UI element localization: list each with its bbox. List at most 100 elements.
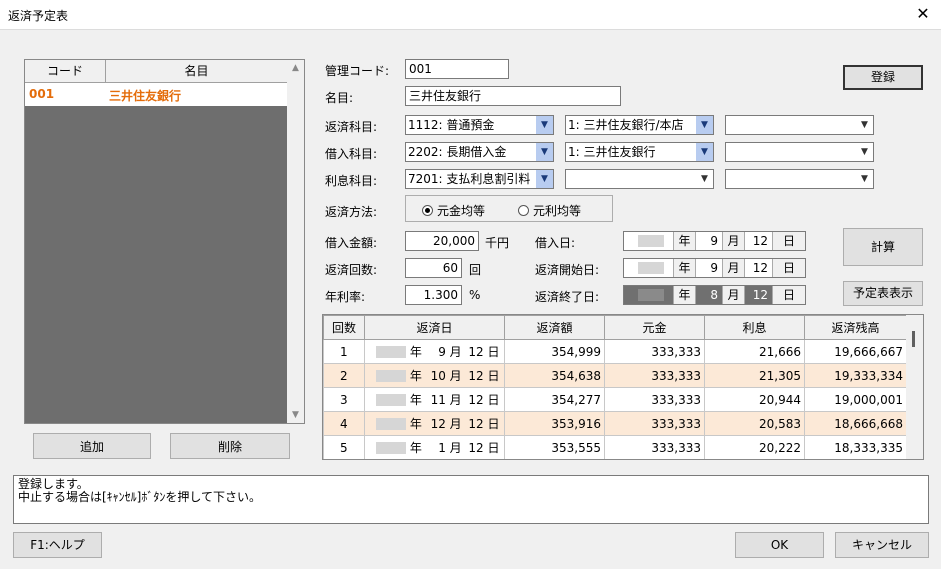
list-item[interactable]: 001 三井住友銀行 — [25, 83, 287, 106]
date-year-field[interactable] — [624, 259, 674, 277]
radio-selected-icon — [422, 205, 433, 216]
date-day-field: 12 — [745, 286, 773, 304]
rate-label: 年利率: — [325, 290, 366, 304]
triangle-up-icon[interactable]: ▲ — [287, 60, 304, 76]
name-label: 名目: — [325, 91, 354, 105]
repay-account-label: 返済科目: — [325, 120, 378, 134]
table-row[interactable]: 2 年 10 月 12 日 354,638 333,333 21,305 19,33… — [323, 363, 907, 388]
date-year-field — [624, 286, 674, 304]
help-button[interactable]: F1:ヘルプ — [13, 532, 102, 558]
repay-dept-select[interactable]: ▼ — [725, 115, 874, 135]
title-bar: 返済予定表 ✕ — [0, 0, 941, 30]
rate-input[interactable]: 1.300 — [405, 285, 462, 305]
borrow-date-label: 借入日: — [535, 236, 576, 250]
borrow-account-label: 借入科目: — [325, 147, 378, 161]
triangle-down-icon[interactable]: ▼ — [287, 407, 304, 423]
list-panel: コード 名目 001 三井住友銀行 ▲ ▼ — [24, 59, 305, 424]
date-day-field[interactable]: 12 — [745, 232, 773, 250]
blurred-year — [376, 370, 406, 382]
repay-sub-account-select[interactable]: 1: 三井住友銀行/本店 ▼ — [565, 115, 714, 135]
interest-sub-account-select[interactable]: ▼ — [565, 169, 714, 189]
chevron-down-icon[interactable]: ▼ — [856, 143, 873, 161]
cancel-button[interactable]: キャンセル — [835, 532, 929, 558]
blurred-year — [376, 394, 406, 406]
amount-unit: 千円 — [485, 236, 510, 250]
method-equal-payment-radio[interactable]: 元利均等 — [518, 202, 581, 219]
message-box: 登録します。 中止する場合は[ｷｬﾝｾﾙ]ﾎﾞﾀﾝを押して下さい。 — [13, 475, 929, 524]
date-month-field[interactable]: 9 — [696, 232, 723, 250]
borrow-account-select[interactable]: 2202: 長期借入金 ▼ — [405, 142, 554, 162]
start-date-label: 返済開始日: — [535, 263, 600, 277]
delete-button[interactable]: 削除 — [170, 433, 290, 459]
chevron-down-icon[interactable]: ▼ — [696, 116, 713, 134]
count-input[interactable]: 60 — [405, 258, 462, 278]
col-header-payment[interactable]: 返済額 — [504, 315, 605, 340]
rate-unit: % — [469, 288, 481, 302]
name-input[interactable]: 三井住友銀行 — [405, 86, 621, 106]
chevron-down-icon[interactable]: ▼ — [696, 170, 713, 188]
ok-button[interactable]: OK — [735, 532, 824, 558]
end-date-input: 年 8 月 12 日 — [623, 285, 806, 305]
borrow-date-input[interactable]: 年 9 月 12 日 — [623, 231, 806, 251]
window-title: 返済予定表 — [8, 9, 69, 23]
list-header-code[interactable]: コード — [25, 60, 106, 83]
chevron-down-icon[interactable]: ▼ — [856, 116, 873, 134]
message-line-2: 中止する場合は[ｷｬﾝｾﾙ]ﾎﾞﾀﾝを押して下さい。 — [18, 490, 262, 504]
list-item-name: 三井住友銀行 — [109, 89, 182, 103]
col-header-date[interactable]: 返済日 — [364, 315, 505, 340]
borrow-dept-select[interactable]: ▼ — [725, 142, 874, 162]
borrow-sub-account-select[interactable]: 1: 三井住友銀行 ▼ — [565, 142, 714, 162]
col-header-interest[interactable]: 利息 — [704, 315, 805, 340]
chevron-down-icon[interactable]: ▼ — [696, 143, 713, 161]
chevron-down-icon[interactable]: ▼ — [856, 170, 873, 188]
method-radio-group: 元金均等 元利均等 — [405, 195, 613, 222]
col-header-balance[interactable]: 返済残高 — [804, 315, 907, 340]
table-row[interactable]: 5 年1 月 12 日 353,555 333,333 20,222 18,333… — [323, 435, 907, 459]
amount-input[interactable]: 20,000 — [405, 231, 479, 251]
end-date-label: 返済終了日: — [535, 290, 600, 304]
schedule-header-row: 回数 返済日 返済額 元金 利息 返済残高 — [323, 315, 907, 340]
radio-empty-icon — [518, 205, 529, 216]
blurred-year — [376, 442, 406, 454]
register-button[interactable]: 登録 — [843, 65, 923, 90]
method-label: 返済方法: — [325, 205, 378, 219]
chevron-down-icon[interactable]: ▼ — [536, 170, 553, 188]
mgmt-code-label: 管理コード: — [325, 64, 390, 78]
table-row[interactable]: 4 年 12 月 12 日 353,916 333,333 20,583 18,66… — [323, 411, 907, 436]
list-scrollbar[interactable]: ▲ ▼ — [287, 60, 304, 423]
list-item-code: 001 — [29, 87, 55, 101]
calculate-button[interactable]: 計算 — [843, 228, 923, 266]
interest-account-select[interactable]: 7201: 支払利息割引料 ▼ — [405, 169, 554, 189]
date-month-field[interactable]: 9 — [696, 259, 723, 277]
amount-label: 借入金額: — [325, 236, 378, 250]
date-year-field[interactable] — [624, 232, 674, 250]
count-unit: 回 — [469, 263, 482, 277]
interest-account-label: 利息科目: — [325, 174, 378, 188]
list-header-name[interactable]: 名目 — [106, 60, 287, 83]
blurred-year — [638, 289, 664, 301]
col-header-count[interactable]: 回数 — [323, 315, 365, 340]
mgmt-code-input[interactable]: 001 — [405, 59, 509, 79]
blurred-year — [638, 235, 664, 247]
schedule-scrollbar[interactable] — [906, 315, 923, 459]
repay-account-select[interactable]: 1112: 普通預金 ▼ — [405, 115, 554, 135]
blurred-year — [638, 262, 664, 274]
method-equal-principal-radio[interactable]: 元金均等 — [422, 202, 485, 219]
col-header-principal[interactable]: 元金 — [604, 315, 705, 340]
count-label: 返済回数: — [325, 263, 378, 277]
scroll-thumb[interactable] — [912, 331, 915, 347]
blurred-year — [376, 418, 406, 430]
table-row[interactable]: 3 年 11 月 12 日 354,277 333,333 20,944 19,00… — [323, 387, 907, 412]
add-button[interactable]: 追加 — [33, 433, 151, 459]
start-date-input[interactable]: 年 9 月 12 日 — [623, 258, 806, 278]
show-schedule-button[interactable]: 予定表表示 — [843, 281, 923, 306]
date-month-field: 8 — [696, 286, 723, 304]
chevron-down-icon[interactable]: ▼ — [536, 143, 553, 161]
chevron-down-icon[interactable]: ▼ — [536, 116, 553, 134]
blurred-year — [376, 346, 406, 358]
table-row[interactable]: 1 年9 月 12 日 354,999 333,333 21,666 19,666… — [323, 339, 907, 364]
date-day-field[interactable]: 12 — [745, 259, 773, 277]
close-icon[interactable]: ✕ — [913, 4, 933, 24]
interest-dept-select[interactable]: ▼ — [725, 169, 874, 189]
schedule-grid: 回数 返済日 返済額 元金 利息 返済残高 1 年9 月 12 日 354,999… — [322, 314, 924, 460]
